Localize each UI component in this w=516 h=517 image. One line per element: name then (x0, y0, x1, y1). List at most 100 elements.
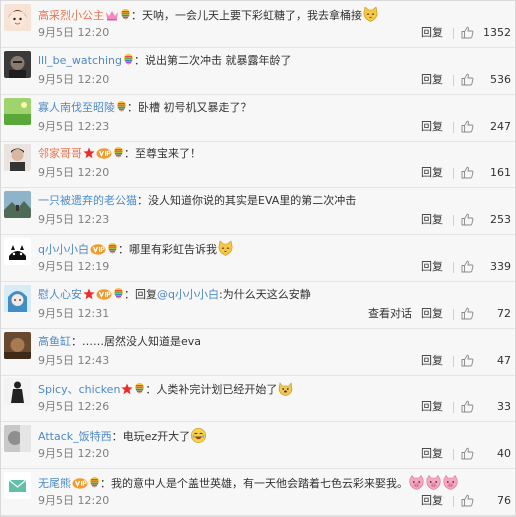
view-thread-link[interactable]: 查看对话 (368, 306, 412, 322)
comment-item: 高鱼缸：……居然没人知道是eva 9月5日 12:43 回复 47 (1, 329, 515, 376)
comment-text: ：至尊宝来了！ (124, 147, 201, 160)
vip-crown-icon[interactable] (105, 9, 119, 21)
reply-button[interactable]: 回复 (421, 493, 443, 509)
comment-item: q小小小白 ：哪里有彩虹告诉我 9月5日 12:19 回复 339 (1, 235, 515, 282)
username-link[interactable]: 慰人心安 (38, 288, 82, 301)
comment-text: ：电玩ez开大了 (111, 430, 191, 443)
action-divider (453, 262, 454, 273)
comment-text: ：人类补完计划已经开始了 (145, 383, 278, 396)
reply-button[interactable]: 回复 (421, 165, 443, 181)
reply-button[interactable]: 回复 (421, 119, 443, 135)
username-link[interactable]: Attack_饭特西 (38, 430, 112, 443)
user-avatar[interactable] (4, 285, 31, 312)
comment-timestamp: 9月5日 12:20 (38, 166, 110, 179)
user-avatar[interactable] (4, 51, 31, 78)
like-button[interactable]: 47 (459, 353, 511, 369)
username-link[interactable]: 高鱼缸 (38, 335, 71, 348)
username-link[interactable]: 高采烈小公主 (38, 9, 104, 22)
like-button[interactable]: 40 (459, 446, 511, 462)
user-avatar[interactable] (4, 144, 31, 171)
member-badge-icon[interactable] (72, 477, 88, 489)
comment-timestamp: 9月5日 12:20 (38, 26, 110, 39)
user-avatar[interactable] (4, 98, 31, 125)
action-divider (453, 496, 454, 507)
user-avatar[interactable] (4, 425, 31, 452)
comment-item: lll_be_watching ：说出第二次冲击 就暴露年龄了 9月5日 12:20… (1, 48, 515, 95)
comment-timestamp: 9月5日 12:23 (38, 213, 110, 226)
star-badge-icon[interactable] (83, 288, 95, 300)
like-count: 76 (497, 494, 511, 507)
like-count: 536 (490, 73, 511, 86)
like-button[interactable]: 339 (459, 259, 511, 275)
like-button[interactable]: 161 (459, 165, 511, 181)
mention-link[interactable]: @q小小小白 (157, 288, 219, 301)
like-button[interactable]: 72 (459, 306, 511, 322)
member-badge-icon[interactable] (96, 288, 112, 300)
username-link[interactable]: 寡人南伐至昭陵 (38, 101, 115, 114)
like-button[interactable]: 76 (459, 493, 511, 509)
comment-timestamp: 9月5日 12:19 (38, 260, 110, 273)
like-button[interactable]: 1352 (459, 25, 511, 41)
comment-text: ：回复 (124, 288, 157, 301)
comment-text: ：卧槽 初号机又暴走了？ (127, 101, 252, 114)
reply-button[interactable]: 回复 (421, 306, 443, 322)
reply-button[interactable]: 回复 (421, 446, 443, 462)
like-button[interactable]: 253 (459, 212, 511, 228)
like-count: 247 (490, 120, 511, 133)
reply-button[interactable]: 回复 (421, 399, 443, 415)
action-divider (453, 215, 454, 226)
reply-button[interactable]: 回复 (421, 72, 443, 88)
like-count: 33 (497, 400, 511, 413)
like-button[interactable]: 536 (459, 72, 511, 88)
username-link[interactable]: q小小小白 (38, 243, 89, 256)
user-avatar[interactable] (4, 332, 31, 359)
like-count: 1352 (483, 26, 511, 39)
comment-divider (1, 515, 515, 516)
comment-timestamp: 9月5日 12:23 (38, 120, 110, 133)
star-badge-icon[interactable] (83, 147, 95, 159)
comment-text: ：没人知道你说的其实是EVA里的第二次冲击 (137, 194, 357, 207)
rainbow-badge-icon[interactable] (134, 382, 145, 395)
member-badge-icon[interactable] (90, 243, 106, 255)
reply-button[interactable]: 回复 (421, 25, 443, 41)
username-link[interactable]: 邻家哥哥 (38, 147, 82, 160)
user-avatar[interactable] (4, 4, 31, 31)
like-count: 339 (490, 260, 511, 273)
rainbow-badge-icon[interactable] (113, 146, 124, 159)
username-link[interactable]: 一只被遗弃的老公猫 (38, 194, 137, 207)
comment-item: 无尾熊 ：我的意中人是个盖世英雄，有一天他会踏着七色云彩来娶我。 9月5日 12:2… (1, 469, 515, 516)
user-avatar[interactable] (4, 378, 31, 405)
laugh-emoji-icon (190, 427, 207, 444)
action-divider (453, 402, 454, 413)
member-badge-icon[interactable] (96, 147, 112, 159)
username-link[interactable]: 无尾熊 (38, 477, 71, 490)
rainbow-badge-icon[interactable] (116, 100, 127, 113)
action-divider (453, 449, 454, 460)
like-button[interactable]: 247 (459, 119, 511, 135)
comment-list: 高采烈小公主 ：天呐，一会儿天上要下彩虹糖了，我去拿桶接 9月5日 12:20 回复 1… (0, 0, 516, 517)
action-divider (453, 356, 454, 367)
user-avatar[interactable] (4, 238, 31, 265)
username-link[interactable]: lll_be_watching (38, 54, 122, 67)
comment-timestamp: 9月5日 12:43 (38, 354, 110, 367)
comment-text: ：哪里有彩虹告诉我 (117, 243, 217, 256)
reply-button[interactable]: 回复 (421, 212, 443, 228)
action-divider (453, 75, 454, 86)
username-link[interactable]: Spicy、chicken (38, 383, 120, 396)
reply-button[interactable]: 回复 (421, 353, 443, 369)
pig-emoji-icon (442, 474, 459, 491)
comment-text: ：……居然没人知道是eva (71, 335, 202, 348)
rainbow-badge-icon[interactable] (113, 287, 124, 300)
rainbow-badge-icon[interactable] (89, 476, 100, 489)
user-avatar[interactable] (4, 191, 31, 218)
comment-timestamp: 9月5日 12:20 (38, 494, 110, 507)
comment-text: ：我的意中人是个盖世英雄，有一天他会踏着七色云彩来娶我。 (100, 477, 408, 490)
rainbow-badge-icon[interactable] (107, 242, 118, 255)
user-avatar[interactable] (4, 472, 31, 499)
rainbow-badge-icon[interactable] (120, 8, 131, 21)
like-button[interactable]: 33 (459, 399, 511, 415)
reply-button[interactable]: 回复 (421, 259, 443, 275)
comment-item: 高采烈小公主 ：天呐，一会儿天上要下彩虹糖了，我去拿桶接 9月5日 12:20 回复 1… (1, 1, 515, 48)
rainbow-badge-icon[interactable] (123, 53, 134, 66)
star-badge-icon[interactable] (121, 383, 134, 395)
